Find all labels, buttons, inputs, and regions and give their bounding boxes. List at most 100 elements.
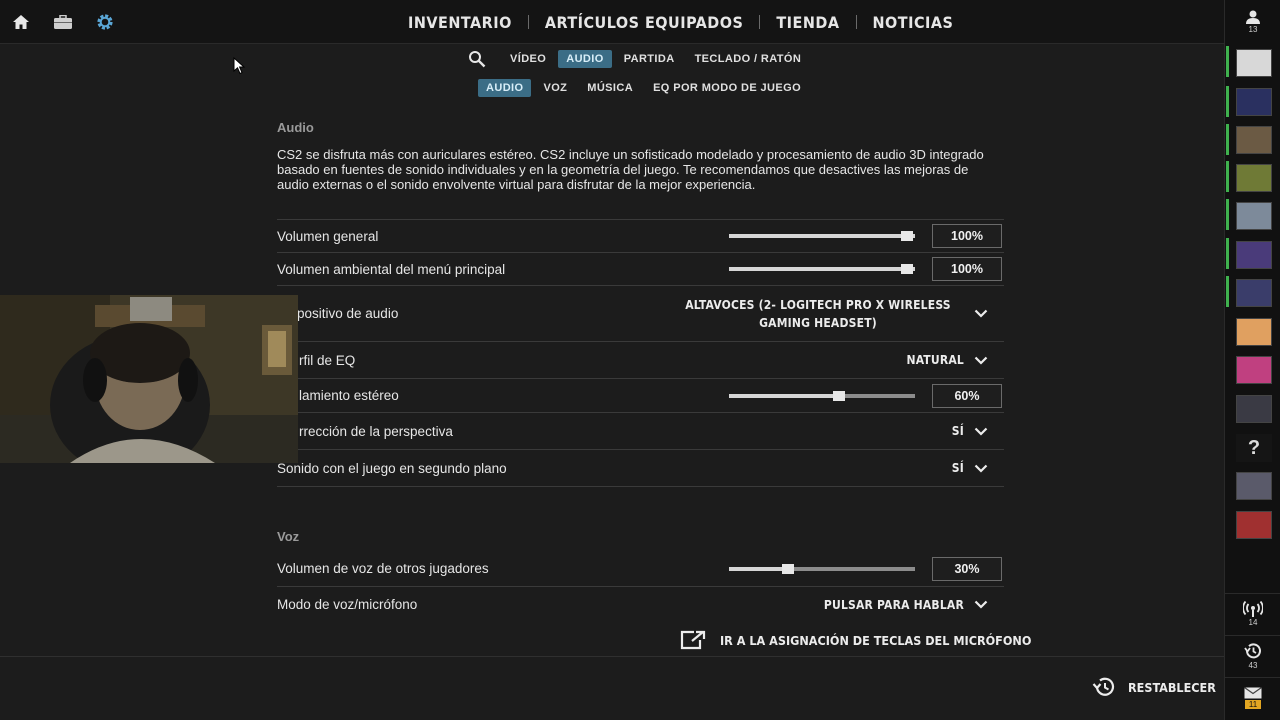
history-clock-icon [1244, 642, 1261, 658]
online-indicator [1226, 46, 1229, 77]
friend-avatar[interactable] [1236, 164, 1272, 192]
slider-fill [729, 234, 915, 238]
nav-separator [527, 15, 529, 29]
value-input[interactable]: 100% [932, 257, 1002, 281]
chevron-down-icon [974, 356, 988, 365]
settings-tabs-primary: VÍDEO AUDIO PARTIDA TECLADO / RATÓN [464, 48, 809, 70]
subtab-musica[interactable]: MÚSICA [579, 79, 641, 97]
friend-avatar[interactable] [1236, 49, 1272, 77]
setting-label: positivo de audio [297, 306, 399, 321]
setting-row-volumen-ambiental: Volumen ambiental del menú principal 100… [277, 252, 1004, 285]
friend-avatar[interactable] [1236, 472, 1272, 500]
main-nav: INVENTARIO ARTÍCULOS EQUIPADOS TIENDA NO… [400, 0, 961, 44]
slider-fill [729, 267, 915, 271]
settings-gear-icon[interactable] [94, 11, 116, 33]
setting-label: rfil de EQ [299, 352, 356, 368]
setting-label: Volumen ambiental del menú principal [277, 261, 506, 277]
online-indicator [1226, 86, 1229, 117]
eq-profile-dropdown[interactable]: NATURAL [906, 353, 988, 367]
nav-inventario[interactable]: INVENTARIO [400, 13, 520, 32]
setting-label: Volumen de voz de otros jugadores [277, 561, 489, 576]
dropdown-value: SÍ [951, 461, 964, 475]
setting-label: Modo de voz/micrófono [277, 597, 418, 612]
home-icon[interactable] [10, 11, 32, 33]
friend-avatar[interactable] [1236, 88, 1272, 116]
broadcast-antenna-icon [1243, 600, 1263, 617]
friends-user-icon [1246, 10, 1260, 24]
friend-avatar[interactable] [1236, 241, 1272, 269]
setting-label: rrección de la perspectiva [299, 423, 453, 439]
setting-label: Volumen general [277, 228, 379, 244]
webcam-overlay [0, 295, 298, 463]
background-sound-dropdown[interactable]: SÍ [952, 461, 988, 475]
subtab-eq-modo-juego[interactable]: EQ POR MODO DE JUEGO [645, 79, 809, 97]
friend-avatar[interactable] [1236, 279, 1272, 307]
unknown-friend-avatar[interactable]: ? [1236, 434, 1272, 462]
stereo-separation-slider[interactable] [729, 390, 915, 401]
dropdown-value: NATURAL [906, 353, 964, 367]
setting-label: lamiento estéreo [299, 388, 399, 403]
nav-separator [759, 15, 761, 29]
online-indicator [1226, 161, 1229, 192]
nav-noticias[interactable]: NOTICIAS [865, 13, 962, 32]
history-count: 43 [1248, 660, 1258, 670]
voice-volume-slider[interactable] [729, 563, 915, 574]
setting-row-aislamiento-estereo: lamiento estéreo 60% [277, 378, 1004, 412]
section-title-audio: Audio [277, 120, 314, 135]
slider-thumb[interactable] [782, 563, 794, 574]
audio-device-dropdown[interactable]: ALTAVOCES (2- LOGITECH PRO X WIRELESS GA… [672, 296, 988, 332]
dropdown-value: ALTAVOCES (2- LOGITECH PRO X WIRELESS GA… [685, 297, 951, 330]
mail-button[interactable]: 11 [1225, 677, 1280, 717]
nav-articulos-equipados[interactable]: ARTÍCULOS EQUIPADOS [537, 13, 752, 32]
online-indicator [1226, 199, 1229, 230]
chevron-down-icon [974, 464, 988, 473]
value-input[interactable]: 100% [932, 224, 1002, 248]
broadcast-button[interactable]: 14 [1225, 593, 1280, 633]
tab-audio[interactable]: AUDIO [558, 50, 612, 68]
friends-count: 13 [1248, 25, 1258, 34]
slider-thumb[interactable] [833, 390, 845, 401]
nav-tienda[interactable]: TIENDA [768, 13, 847, 32]
setting-row-sonido-segundo-plano: Sonido con el juego en segundo plano SÍ [277, 449, 1004, 486]
search-icon[interactable] [464, 48, 490, 70]
subtab-voz[interactable]: VOZ [535, 79, 575, 97]
slider-fill [729, 393, 841, 398]
history-button[interactable]: 43 [1225, 635, 1280, 675]
inventory-briefcase-icon[interactable] [52, 11, 74, 33]
perspective-correction-dropdown[interactable]: SÍ [952, 424, 988, 438]
friend-avatar[interactable] [1236, 356, 1272, 384]
volume-slider[interactable] [729, 264, 915, 274]
tab-teclado-raton[interactable]: TECLADO / RATÓN [687, 50, 810, 68]
friend-avatar[interactable] [1236, 202, 1272, 230]
setting-row-modo-voz: Modo de voz/micrófono PULSAR PARA HABLAR [277, 586, 1004, 622]
subtab-audio[interactable]: AUDIO [478, 79, 532, 97]
slider-thumb[interactable] [901, 231, 913, 241]
volume-slider[interactable] [729, 231, 915, 241]
mail-count-badge: 11 [1244, 699, 1262, 709]
section-divider [277, 486, 1004, 487]
audio-section: Audio CS2 se disfruta más con auriculare… [277, 120, 1004, 192]
friends-sidebar: 13 ? 14 43 11 [1224, 0, 1280, 720]
dropdown-value: SÍ [951, 424, 964, 438]
reset-button[interactable]: RESTABLECER [1092, 676, 1216, 698]
mail-envelope-icon [1244, 686, 1262, 698]
webcam-feed-image [0, 295, 298, 463]
settings-tabs-secondary: AUDIO VOZ MÚSICA EQ POR MODO DE JUEGO [478, 78, 809, 98]
tab-partida[interactable]: PARTIDA [616, 50, 683, 68]
setting-row-volumen-general: Volumen general 100% [277, 219, 1004, 252]
mic-keybind-link[interactable]: IR A LA ASIGNACIÓN DE TECLAS DEL MICRÓFO… [680, 630, 1031, 650]
tab-video[interactable]: VÍDEO [502, 50, 554, 68]
voice-mode-dropdown[interactable]: PULSAR PARA HABLAR [824, 598, 988, 612]
friend-avatar[interactable] [1236, 126, 1272, 154]
nav-separator [855, 15, 857, 29]
setting-row-volumen-voz: Volumen de voz de otros jugadores 30% [277, 552, 1004, 585]
value-input[interactable]: 60% [932, 383, 1002, 408]
friend-avatar[interactable] [1236, 511, 1272, 539]
friends-button[interactable]: 13 [1225, 0, 1280, 44]
value-input[interactable]: 30% [932, 556, 1002, 581]
chevron-down-icon [974, 600, 988, 609]
friend-avatar[interactable] [1236, 395, 1272, 423]
reset-history-icon [1092, 677, 1115, 696]
friend-avatar[interactable] [1236, 318, 1272, 346]
slider-thumb[interactable] [901, 264, 913, 274]
